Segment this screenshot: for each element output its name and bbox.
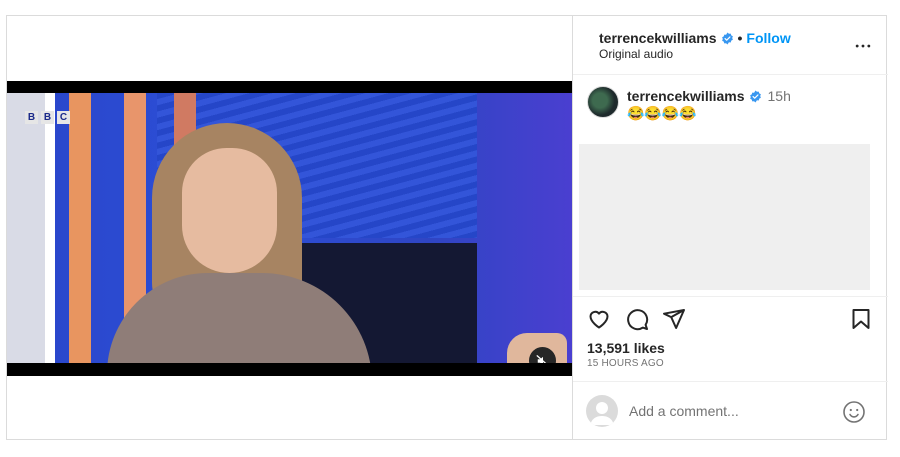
comment-bubble-icon[interactable]	[625, 307, 649, 331]
post-media: B B C	[7, 16, 572, 439]
comments-placeholder	[579, 144, 870, 290]
heart-icon[interactable]	[587, 307, 611, 331]
bbc-logo-letter: B	[25, 111, 38, 124]
speaker-figure	[107, 123, 387, 363]
header-username[interactable]: terrencekwilliams	[599, 30, 717, 46]
comment-input[interactable]	[629, 403, 829, 419]
verified-badge-icon	[721, 32, 733, 45]
smiley-icon[interactable]	[842, 400, 866, 424]
instagram-post: B B C terrencekwilliams • Follow Origina…	[6, 15, 888, 440]
audio-label[interactable]: Original audio	[599, 47, 673, 61]
bookmark-icon[interactable]	[849, 307, 873, 331]
header-separator: •	[737, 30, 743, 46]
speaker-muted-icon	[536, 354, 547, 363]
caption-text: 😂😂😂😂	[627, 105, 697, 121]
likes-count[interactable]: 13,591 likes	[587, 340, 665, 356]
post-sidebar: terrencekwilliams • Follow Original audio…	[572, 16, 888, 439]
avatar	[586, 395, 618, 427]
verified-badge-icon	[749, 90, 761, 103]
bbc-logo-letter: B	[41, 111, 54, 124]
more-options-icon[interactable]	[853, 36, 873, 56]
caption-username[interactable]: terrencekwilliams	[627, 88, 745, 104]
video-frame[interactable]: B B C	[7, 93, 572, 363]
caption-time[interactable]: 15h	[768, 88, 791, 104]
actions-divider	[573, 296, 888, 297]
post-header: terrencekwilliams • Follow Original audio	[573, 16, 888, 75]
caption-header: terrencekwilliams 15h	[627, 88, 791, 104]
comment-composer	[573, 381, 888, 439]
follow-button[interactable]: Follow	[746, 30, 790, 46]
paper-plane-icon[interactable]	[662, 307, 686, 331]
post-timestamp[interactable]: 15 HOURS AGO	[587, 358, 664, 369]
bbc-logo-letter: C	[57, 111, 70, 124]
video-player[interactable]: B B C	[7, 81, 572, 376]
default-avatar-icon	[590, 402, 614, 425]
bbc-logo: B B C	[25, 111, 70, 124]
avatar[interactable]	[587, 86, 619, 118]
header-user-line: terrencekwilliams • Follow	[599, 30, 791, 46]
